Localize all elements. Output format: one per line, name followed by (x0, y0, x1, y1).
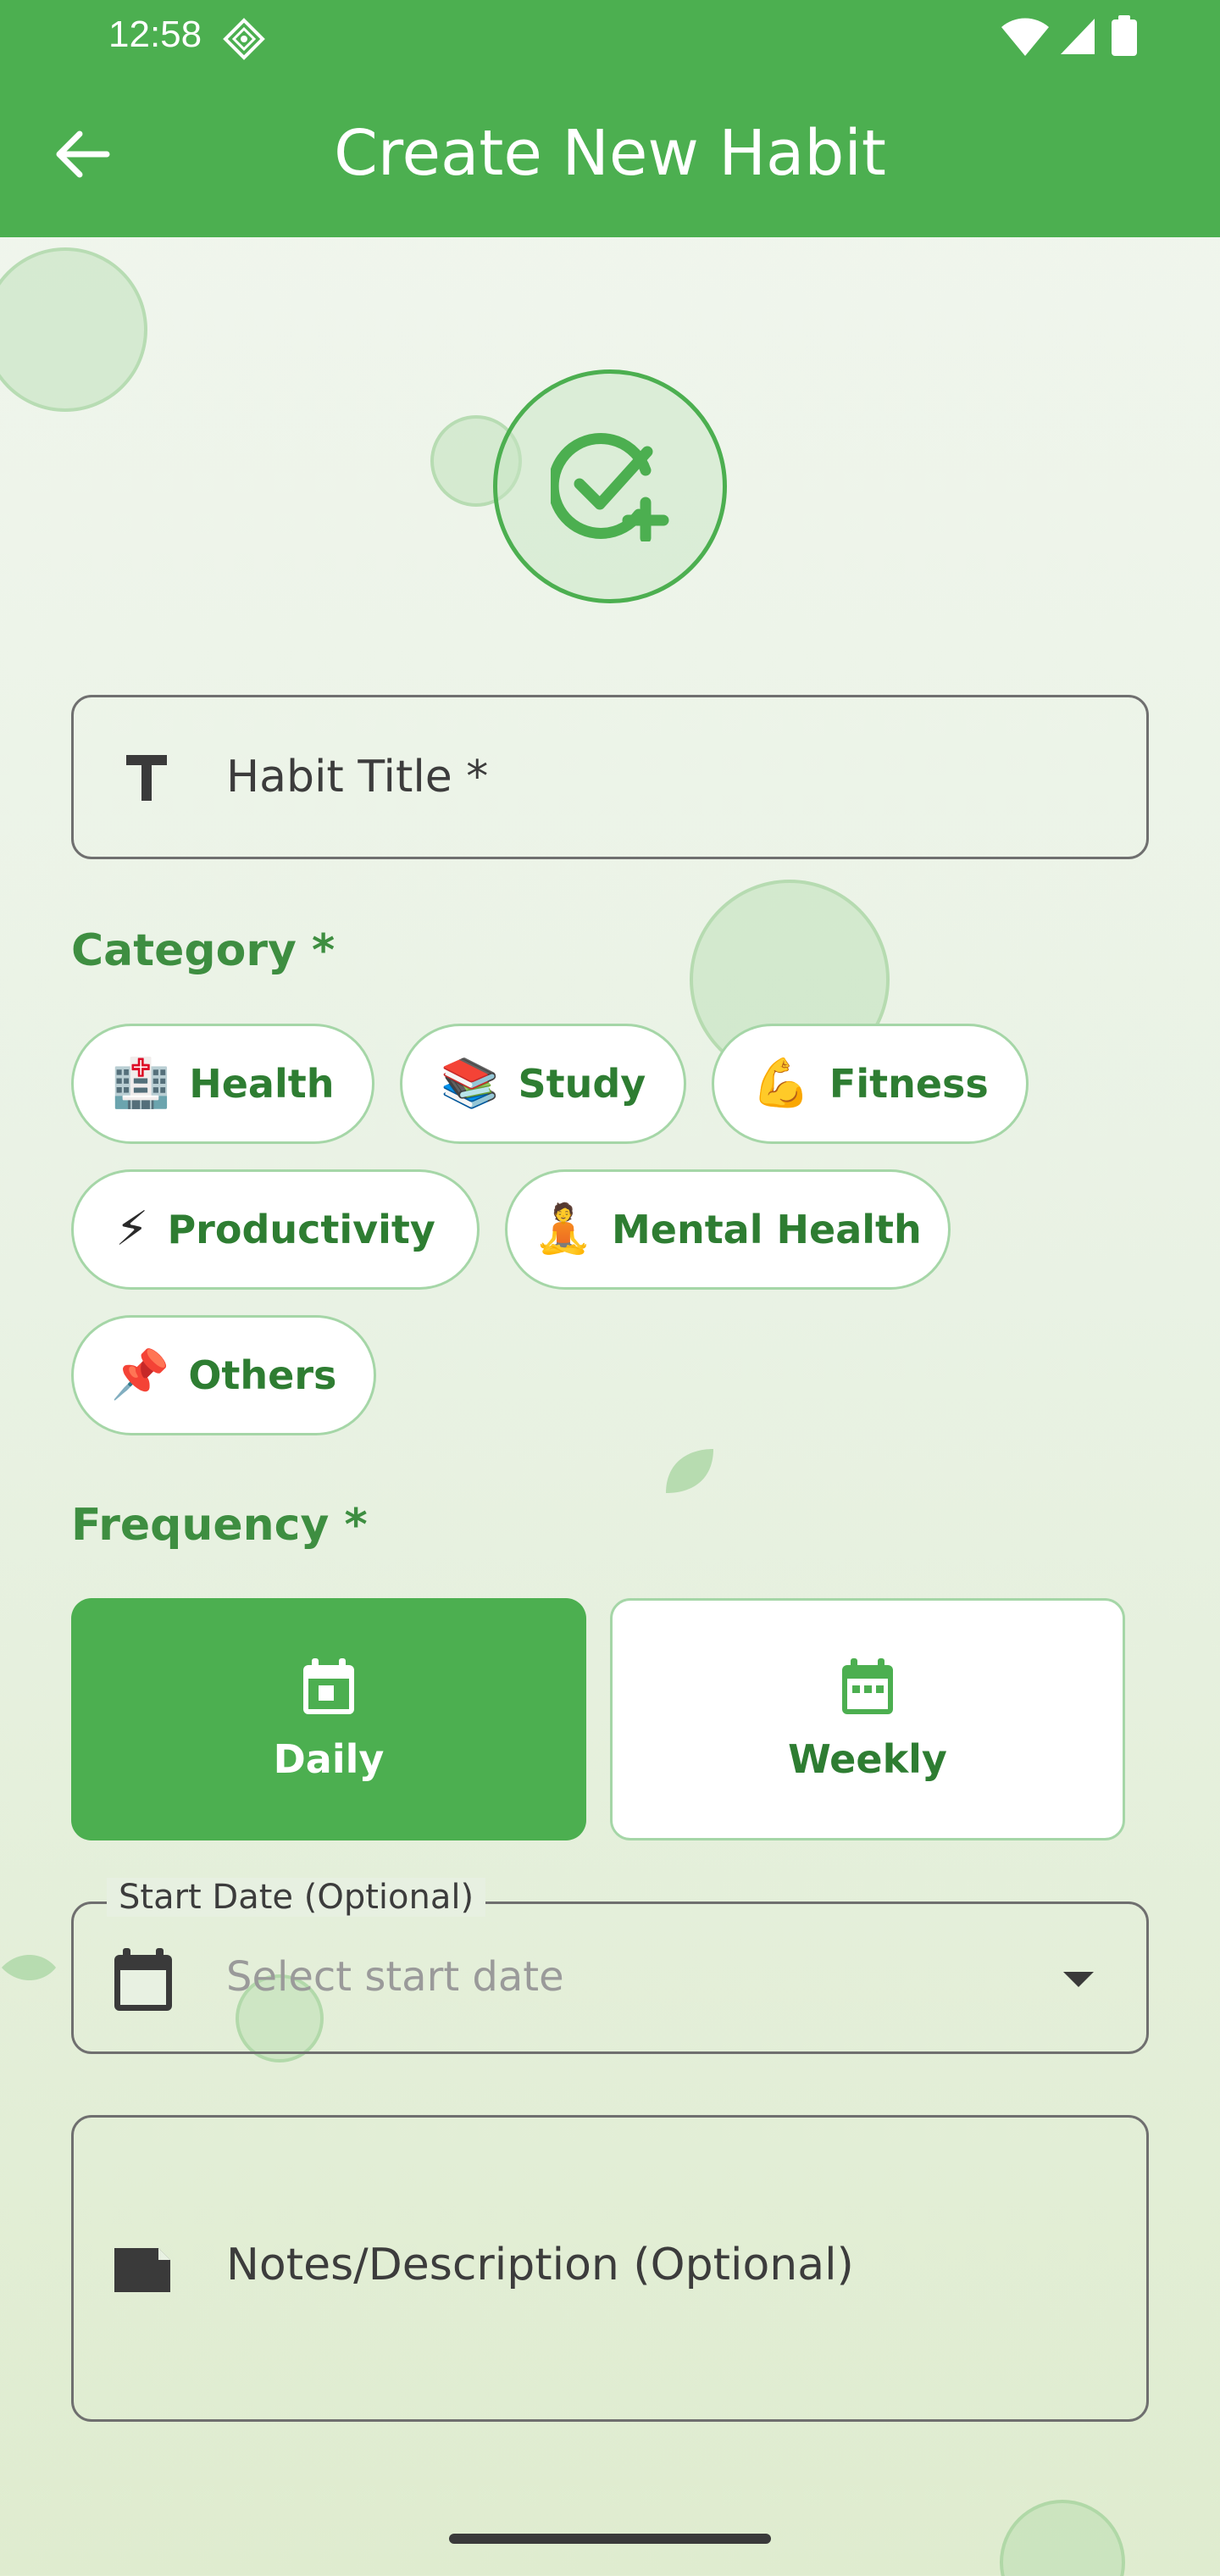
lightning-icon: ⚡ (115, 1202, 149, 1257)
calendar-week-icon (842, 1658, 893, 1714)
battery-icon (1112, 15, 1137, 56)
decor-bubble (0, 247, 147, 412)
calendar-icon (114, 1948, 172, 2011)
chip-fitness[interactable]: 💪 Fitness (712, 1024, 1029, 1144)
decor-leaf (2, 1955, 56, 1980)
chip-label: Mental Health (611, 1207, 922, 1252)
page-title: Create New Habit (334, 117, 886, 190)
chip-mental-health[interactable]: 🧘 Mental Health (505, 1169, 951, 1290)
dropdown-arrow-icon[interactable] (1062, 1970, 1095, 1989)
status-app-icon (223, 18, 265, 60)
frequency-weekly-label: Weekly (788, 1736, 947, 1782)
frequency-label: Frequency * (71, 1500, 368, 1551)
signal-icon (1061, 19, 1095, 54)
frequency-weekly-button[interactable]: Weekly (610, 1598, 1125, 1840)
chip-label: Fitness (829, 1061, 989, 1107)
decor-bubble (1000, 2500, 1125, 2576)
status-time: 12:58 (108, 14, 202, 55)
books-icon: 📚 (440, 1056, 500, 1111)
chip-label: Health (189, 1061, 335, 1107)
chip-health[interactable]: 🏥 Health (71, 1024, 374, 1144)
chip-label: Productivity (167, 1207, 435, 1252)
home-indicator[interactable] (449, 2534, 771, 2544)
pushpin-icon: 📌 (110, 1347, 170, 1402)
decor-leaf (666, 1449, 713, 1493)
chip-label: Others (188, 1352, 337, 1398)
category-label: Category * (71, 925, 336, 976)
chip-label: Study (518, 1061, 646, 1107)
note-icon (114, 2248, 170, 2292)
notes-textarea[interactable]: Notes/Description (Optional) (71, 2115, 1149, 2422)
hospital-icon: 🏥 (111, 1056, 171, 1111)
habit-title-input[interactable]: Habit Title * (71, 695, 1149, 859)
text-format-icon (126, 755, 167, 801)
start-date-placeholder: Select start date (226, 1953, 564, 2001)
chip-others[interactable]: 📌 Others (71, 1315, 376, 1435)
habit-title-placeholder: Habit Title * (226, 752, 489, 802)
chip-study[interactable]: 📚 Study (400, 1024, 686, 1144)
start-date-label: Start Date (Optional) (107, 1878, 486, 1917)
calendar-today-icon (303, 1658, 354, 1714)
chip-productivity[interactable]: ⚡ Productivity (71, 1169, 480, 1290)
wifi-icon (1001, 18, 1049, 56)
frequency-daily-label: Daily (273, 1736, 385, 1782)
add-task-icon (551, 432, 669, 541)
frequency-daily-button[interactable]: Daily (71, 1598, 586, 1840)
meditation-icon: 🧘 (534, 1202, 593, 1257)
start-date-picker[interactable]: Select start date (71, 1901, 1149, 2054)
app-bar: 12:58 Create New Habit (0, 0, 1220, 237)
notes-placeholder: Notes/Description (Optional) (226, 2240, 854, 2290)
flexed-biceps-icon: 💪 (751, 1056, 811, 1111)
habit-hero-badge (493, 369, 727, 603)
